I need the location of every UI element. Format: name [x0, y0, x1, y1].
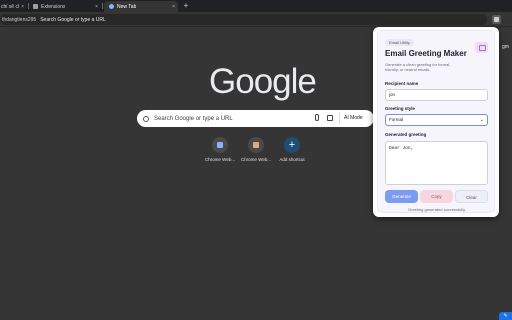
address-bar-prefix: thdangtiens295	[2, 16, 37, 23]
puzzle-icon	[33, 4, 38, 9]
tab-1-label: chỉ sẽ cl	[1, 3, 20, 10]
ai-mode-button[interactable]: AI Mode	[339, 113, 367, 124]
pencil-icon[interactable]: ✎	[499, 312, 512, 320]
tab-1[interactable]: chỉ sẽ cl ×	[0, 1, 27, 12]
popup-title: Email Greeting Maker	[385, 49, 467, 58]
toolbar: thdangtiens295 Search Google or type a U…	[0, 12, 512, 27]
camera-icon[interactable]	[327, 115, 333, 121]
chevron-down-icon: ⌄	[479, 117, 484, 123]
style-label: Greeting style	[385, 106, 416, 111]
recipient-input[interactable]: jon	[385, 89, 488, 101]
greeting-card: Email Utility Email Greeting Maker Gener…	[377, 30, 495, 213]
google-logo: Google	[209, 62, 317, 101]
style-select[interactable]: Formal ⌄	[385, 114, 488, 126]
generated-greeting-textarea[interactable]: Dear Jon,	[385, 141, 488, 185]
utility-badge: Email Utility	[385, 39, 414, 46]
address-bar-placeholder: Search Google or type a URL	[40, 16, 106, 23]
clear-button[interactable]: Clear	[455, 190, 488, 203]
shortcut-label: Chrome Web...	[240, 157, 272, 162]
tab-extensions-label: Extensions	[41, 3, 66, 10]
recipient-label: Recipient name	[385, 81, 419, 86]
copy-button[interactable]: Copy	[420, 190, 453, 203]
shortcut-chrome-web-store-1[interactable]: Chrome Web...	[200, 137, 240, 162]
status-message: Greeting generated successfully.	[408, 207, 466, 212]
chrome-icon	[109, 4, 114, 9]
extension-icon[interactable]	[492, 15, 501, 24]
close-icon[interactable]: ×	[172, 4, 175, 10]
new-tab-button[interactable]: +	[181, 1, 191, 11]
chrome-web-store-icon	[212, 137, 228, 153]
microphone-icon[interactable]	[315, 114, 319, 121]
search-box[interactable]: Search Google or type a URL AI Mode	[137, 110, 374, 127]
shortcut-label: Add shortcut	[279, 157, 305, 162]
tab-extensions[interactable]: Extensions ×	[29, 1, 101, 12]
chrome-web-store-icon	[248, 137, 264, 153]
generate-button[interactable]: Generate	[385, 190, 418, 203]
mail-icon	[475, 42, 488, 53]
search-icon	[143, 115, 149, 122]
popup-description: Generate a clean greeting for formal, fr…	[385, 62, 451, 72]
tab-separator	[102, 3, 103, 9]
address-bar[interactable]: thdangtiens295 Search Google or type a U…	[0, 14, 487, 25]
tab-strip: chỉ sẽ cl × Extensions × New Tab × +	[0, 0, 512, 12]
style-select-value: Formal	[389, 117, 404, 122]
extension-popup: Email Utility Email Greeting Maker Gener…	[373, 27, 499, 217]
close-icon[interactable]: ×	[21, 4, 24, 10]
plus-icon: +	[284, 137, 300, 153]
add-shortcut-button[interactable]: + Add shortcut	[272, 137, 312, 162]
close-icon[interactable]: ×	[95, 4, 98, 10]
tab-new-tab-label: New Tab	[117, 3, 137, 10]
profile-fragment: gm	[502, 44, 509, 50]
shortcut-chrome-web-store-2[interactable]: Chrome Web...	[236, 137, 276, 162]
generated-label: Generated greeting	[385, 132, 427, 137]
shortcut-label: Chrome Web...	[204, 157, 236, 162]
tab-new-tab[interactable]: New Tab ×	[104, 1, 178, 12]
search-placeholder: Search Google or type a URL	[154, 115, 233, 122]
